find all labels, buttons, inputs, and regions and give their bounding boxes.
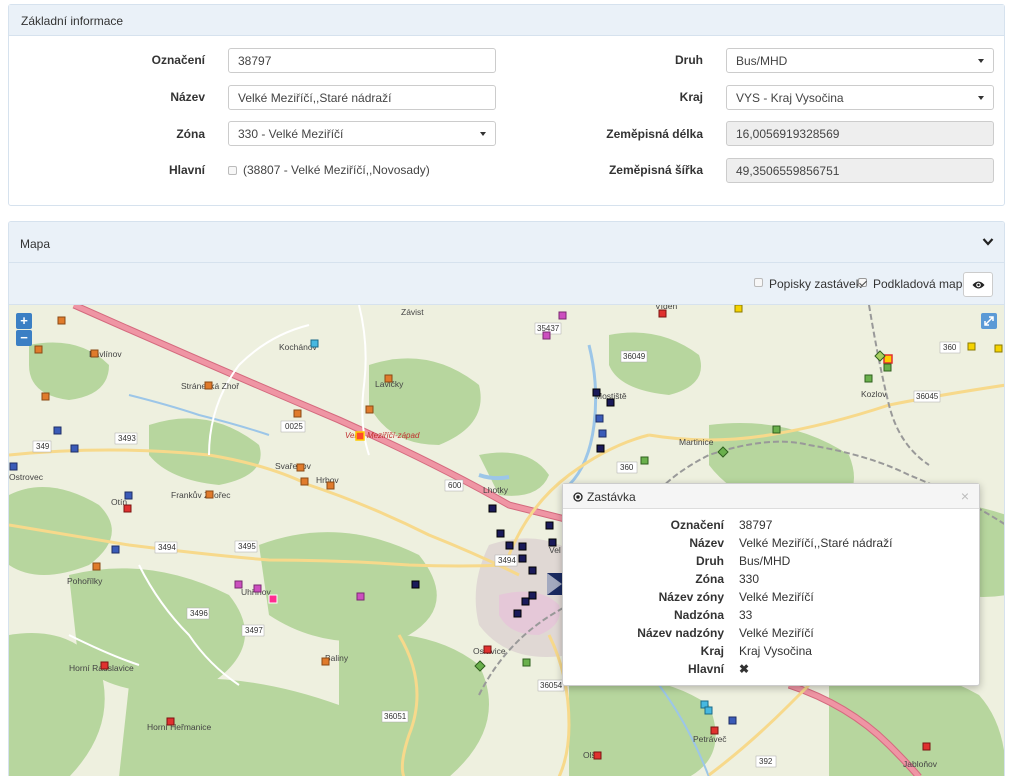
hlavni-label: Hlavní xyxy=(168,163,205,177)
zoom-out-button[interactable]: − xyxy=(16,330,32,346)
basic-info-panel: Základní informace Označení 38797 Název … xyxy=(8,4,1005,206)
popup-key: Zóna xyxy=(695,572,724,586)
svg-text:3496: 3496 xyxy=(190,609,208,618)
chevron-down-icon xyxy=(978,96,984,100)
svg-text:3495: 3495 xyxy=(238,542,256,551)
svg-text:3497: 3497 xyxy=(245,626,263,635)
map-view[interactable]: Závist Kochánov Lavičky Stránecká Zhoř P… xyxy=(9,305,1004,776)
svg-text:3494: 3494 xyxy=(498,556,516,565)
hlavni-false-icon: ✖ xyxy=(739,662,750,676)
svg-text:Horní Heřmanice: Horní Heřmanice xyxy=(147,722,212,732)
svg-text:Petráveč: Petráveč xyxy=(693,734,727,744)
popup-header: Zastávka × xyxy=(563,484,979,509)
popup-key: Název nadzóny xyxy=(637,626,724,640)
druh-select[interactable]: Bus/MHD xyxy=(726,48,994,73)
popup-title: Zastávka xyxy=(587,490,636,504)
druh-select-value: Bus/MHD xyxy=(736,54,788,68)
popup-value: Kraj Vysočina xyxy=(739,644,812,658)
svg-text:Lhotky: Lhotky xyxy=(483,485,509,495)
sirka-input[interactable]: 49,3506559856751 xyxy=(726,158,994,183)
podkladova-label: Podkladová mapa xyxy=(873,277,970,291)
zoom-in-button[interactable]: + xyxy=(16,313,32,329)
svg-text:Frankův Zhořec: Frankův Zhořec xyxy=(171,490,231,500)
nazev-label: Název xyxy=(170,90,205,104)
expand-icon xyxy=(984,316,994,326)
svg-text:36051: 36051 xyxy=(384,712,407,721)
popup-key: Název xyxy=(689,536,724,550)
svg-text:3494: 3494 xyxy=(158,543,176,552)
fullscreen-button[interactable] xyxy=(981,313,997,329)
popisky-checkbox[interactable] xyxy=(754,278,763,287)
nazev-input[interactable]: Velké Meziříčí,,Staré nádraží xyxy=(228,85,496,110)
popup-key: Druh xyxy=(696,554,724,568)
close-icon[interactable]: × xyxy=(961,488,969,504)
svg-text:36054: 36054 xyxy=(540,681,563,690)
chevron-down-icon[interactable] xyxy=(982,237,994,247)
svg-text:600: 600 xyxy=(448,481,462,490)
kraj-label: Kraj xyxy=(679,90,703,104)
popup-key: Označení xyxy=(670,518,724,532)
zona-select-value: 330 - Velké Meziříčí xyxy=(238,127,344,141)
druh-label: Druh xyxy=(675,53,703,67)
delka-label: Zeměpisná délka xyxy=(606,127,703,141)
svg-text:Závist: Závist xyxy=(401,307,424,317)
svg-text:Svařenov: Svařenov xyxy=(275,461,312,471)
svg-text:36045: 36045 xyxy=(916,392,939,401)
target-icon xyxy=(573,492,583,502)
svg-text:Kozlov: Kozlov xyxy=(861,389,887,399)
kraj-select[interactable]: VYS - Kraj Vysočina xyxy=(726,85,994,110)
svg-text:360: 360 xyxy=(620,463,634,472)
svg-text:0025: 0025 xyxy=(285,422,303,431)
oznaceni-label: Označení xyxy=(151,53,205,67)
basic-info-header: Základní informace xyxy=(9,5,1004,36)
hlavni-value: (38807 - Velké Meziříčí,,Novosady) xyxy=(243,163,430,177)
toggle-visibility-button[interactable] xyxy=(963,272,993,297)
zona-label: Zóna xyxy=(176,127,205,141)
svg-text:3493: 3493 xyxy=(118,434,136,443)
popup-value: Velké Meziříčí,,Staré nádraží xyxy=(739,536,893,550)
popup-key: Kraj xyxy=(700,644,724,658)
popup-value: Velké Meziříčí xyxy=(739,590,814,604)
svg-text:392: 392 xyxy=(759,757,773,766)
zona-select[interactable]: 330 - Velké Meziříčí xyxy=(228,121,496,146)
map-panel-header[interactable]: Mapa xyxy=(9,222,1004,263)
chevron-down-icon xyxy=(978,59,984,63)
popup-key: Název zóny xyxy=(658,590,724,604)
popisky-label: Popisky zastávek xyxy=(769,277,862,291)
svg-text:Martinice: Martinice xyxy=(679,437,714,447)
map-toolbar: Popisky zastávek Podkladová mapa xyxy=(9,263,1004,305)
popup-value: 330 xyxy=(739,572,760,586)
map-panel-title: Mapa xyxy=(20,237,51,251)
popup-value: 38797 xyxy=(739,518,773,532)
kraj-select-value: VYS - Kraj Vysočina xyxy=(736,91,844,105)
popup-value: Velké Meziříčí xyxy=(739,626,814,640)
hlavni-checkbox[interactable] xyxy=(228,166,237,175)
delka-input[interactable]: 16,0056919328569 xyxy=(726,121,994,146)
popup-key: Hlavní xyxy=(687,662,724,676)
sirka-label: Zeměpisná šířka xyxy=(608,163,703,177)
svg-text:36049: 36049 xyxy=(623,352,646,361)
svg-text:Pohořílky: Pohořílky xyxy=(67,576,103,586)
map-panel: Mapa Popisky zastávek Podkladová mapa Zá… xyxy=(8,221,1005,776)
popup-value: 33 xyxy=(739,608,753,622)
podkladova-checkbox[interactable] xyxy=(858,278,867,287)
popup-key: Nadzóna xyxy=(673,608,724,622)
svg-text:Jabloňov: Jabloňov xyxy=(903,759,938,769)
oznaceni-input[interactable]: 38797 xyxy=(228,48,496,73)
eye-icon xyxy=(972,281,985,289)
popup-value: Bus/MHD xyxy=(739,554,791,568)
stop-popup: Zastávka × Označení 38797 Název Velké Me… xyxy=(562,483,980,686)
chevron-down-icon xyxy=(480,132,486,136)
svg-text:360: 360 xyxy=(943,343,957,352)
svg-text:Ostrovec: Ostrovec xyxy=(9,472,44,482)
svg-text:349: 349 xyxy=(36,442,50,451)
